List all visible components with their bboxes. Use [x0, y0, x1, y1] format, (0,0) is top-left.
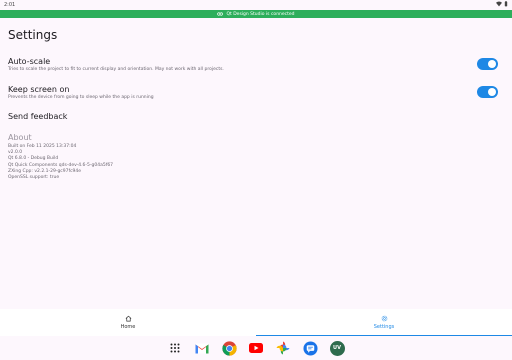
about-components: Qt Quick Components qds-dev-4.6-5-g04a5f… [8, 162, 114, 168]
about-heading: About [8, 133, 32, 142]
setting-keep-screen-on: Keep screen on Prevents the device from … [8, 85, 504, 100]
setting-description: Tries to scale the project to fit to cur… [8, 67, 224, 72]
setting-description: Prevents the device from going to sleep … [8, 95, 154, 100]
setting-label: Keep screen on [8, 85, 70, 94]
gear-icon [381, 315, 387, 322]
qt-viewer-icon[interactable]: UV [329, 340, 345, 356]
photos-icon[interactable] [275, 340, 291, 356]
chrome-icon[interactable] [221, 340, 237, 356]
battery-icon [504, 1, 508, 7]
bottom-navigation: Home Settings [0, 309, 512, 336]
setting-label: Auto-scale [8, 57, 51, 66]
system-icons [496, 1, 508, 7]
qt-viewer-label: UV [333, 345, 341, 351]
status-bar: 2:01 [0, 0, 512, 10]
status-time: 2:01 [4, 2, 16, 8]
connection-banner: Qt Design Studio is connected [0, 10, 512, 18]
page-title: Settings [8, 28, 58, 42]
link-icon [217, 12, 224, 16]
toggle-knob [488, 60, 496, 68]
keep-screen-on-toggle[interactable] [477, 86, 498, 98]
app-drawer-icon[interactable] [167, 340, 183, 356]
tab-home[interactable]: Home [0, 309, 256, 336]
setting-auto-scale: Auto-scale Tries to scale the project to… [8, 57, 504, 72]
toggle-knob [488, 88, 496, 96]
app-dock: UV [0, 336, 512, 360]
home-icon [125, 315, 131, 322]
tab-home-label: Home [120, 324, 136, 330]
send-feedback-link[interactable]: Send feedback [8, 112, 67, 121]
banner-text: Qt Design Studio is connected [226, 11, 295, 17]
messages-icon[interactable] [302, 340, 318, 356]
gmail-icon[interactable] [194, 340, 210, 356]
tab-settings[interactable]: Settings [256, 309, 512, 336]
wifi-icon [496, 1, 502, 7]
about-openssl: OpenSSL support: true [8, 175, 60, 181]
tab-settings-label: Settings [373, 324, 395, 330]
auto-scale-toggle[interactable] [477, 58, 498, 70]
about-section: About Built on Feb 11 2025 13:37:04 v2.0… [8, 133, 113, 181]
youtube-icon[interactable] [248, 340, 264, 356]
